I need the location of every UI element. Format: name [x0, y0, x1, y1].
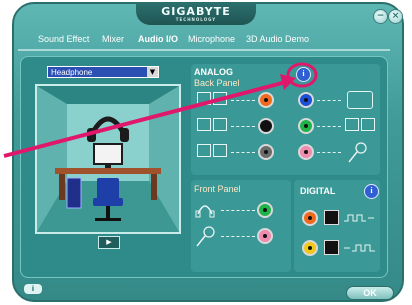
ok-button[interactable]: OK: [346, 286, 394, 300]
callout-arrow: [3, 62, 318, 158]
help-button[interactable]: i: [24, 284, 42, 294]
